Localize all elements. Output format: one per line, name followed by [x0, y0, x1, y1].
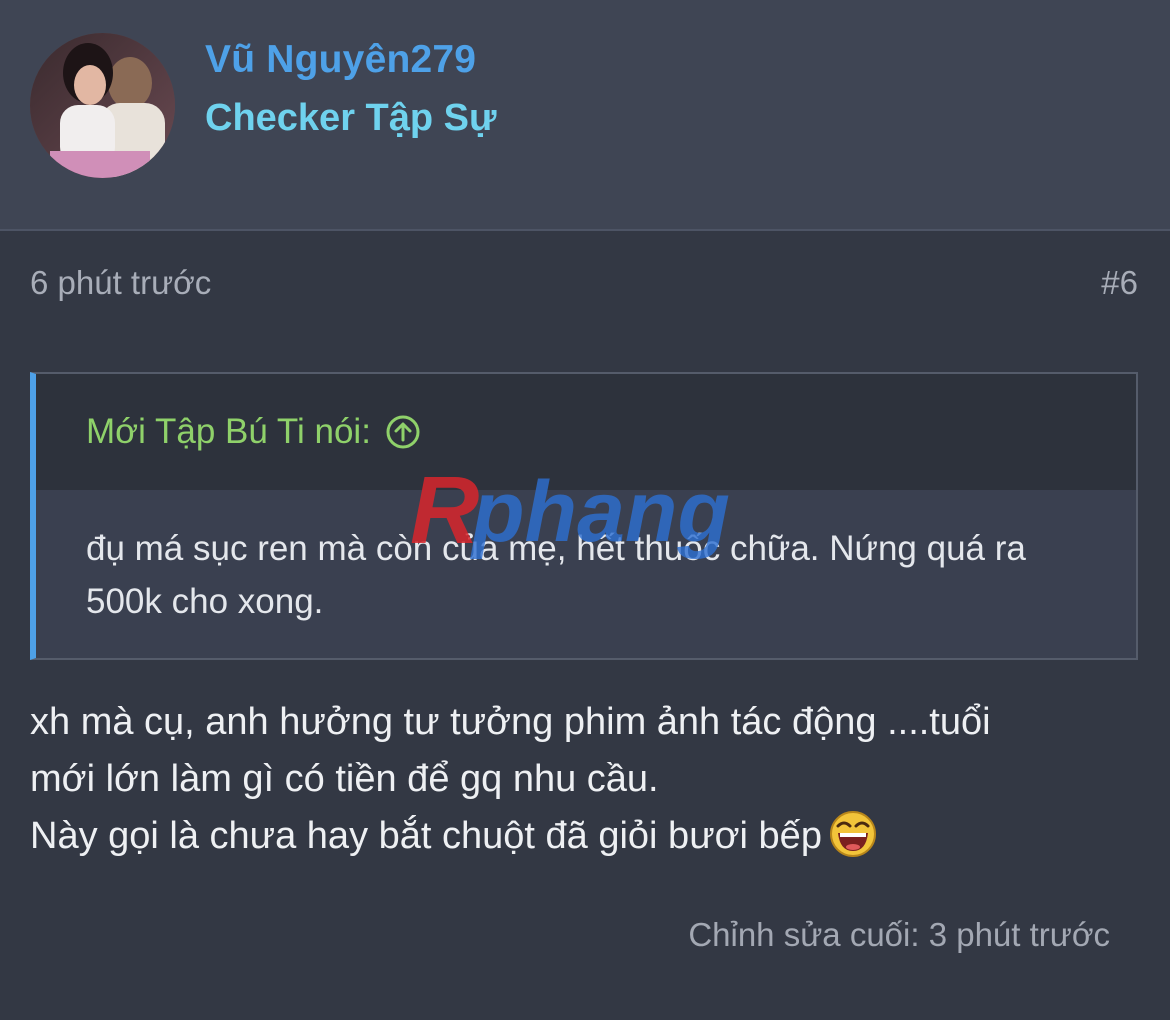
avatar-photo-icon [30, 33, 175, 178]
username[interactable]: Vũ Nguyên279 [205, 38, 476, 82]
arrow-up-circle-icon[interactable] [385, 414, 421, 450]
avatar[interactable] [30, 33, 175, 178]
user-title: Checker Tập Sự [205, 97, 497, 139]
reply-line-1: xh mà cụ, anh hưởng tư tưởng phim ảnh tá… [30, 701, 991, 743]
quote-author[interactable]: Mới Tập Bú Ti nói: [86, 412, 421, 452]
reply-line-2: mới lớn làm gì có tiền để gq nhu cầu. [30, 758, 659, 800]
user-card: Vũ Nguyên279 Checker Tập Sự [0, 0, 1170, 231]
reply-line-3-text: Này gọi là chưa hay bắt chuột đã giỏi bư… [30, 815, 822, 857]
post-body: xh mà cụ, anh hưởng tư tưởng phim ảnh tá… [30, 694, 1130, 865]
post-number-link[interactable]: #6 [1101, 264, 1138, 302]
reply-line-3: Này gọi là chưa hay bắt chuột đã giỏi bư… [30, 808, 1130, 865]
quote-text: đụ má sục ren mà còn của mẹ, hết thuốc c… [86, 529, 1026, 621]
laughing-emoji-icon [828, 809, 878, 859]
quote-header: Mới Tập Bú Ti nói: [36, 374, 1136, 490]
post-timestamp[interactable]: 6 phút trước [30, 264, 211, 302]
quote-author-label: Mới Tập Bú Ti nói: [86, 412, 371, 451]
edited-timestamp: Chỉnh sửa cuối: 3 phút trước [688, 916, 1110, 953]
quote-block: Mới Tập Bú Ti nói: đụ má sục ren mà còn … [30, 372, 1138, 660]
